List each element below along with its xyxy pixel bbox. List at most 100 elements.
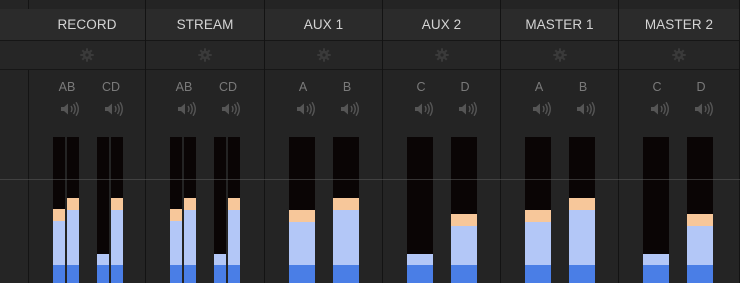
- channel-label: A: [298, 80, 308, 94]
- strip-settings-button[interactable]: [29, 41, 145, 70]
- meter-peak-segment: [228, 198, 240, 210]
- speaker-icon[interactable]: [59, 101, 81, 117]
- strip-settings-button[interactable]: [383, 41, 500, 70]
- meter-peak-segment: [289, 210, 315, 222]
- meter-peak-segment: [53, 209, 65, 221]
- channel-strip: STREAM AB CD: [146, 0, 265, 283]
- strip-settings-button[interactable]: [146, 41, 264, 70]
- channel-labels: CD: [383, 80, 500, 94]
- meter-mid-segment: [451, 226, 477, 265]
- speaker-icon[interactable]: [413, 101, 435, 117]
- level-meter: [333, 137, 359, 283]
- strip-title: MASTER 2: [619, 9, 739, 41]
- level-meter: [97, 137, 109, 283]
- meter-mid-segment: [525, 222, 551, 265]
- level-meter: [53, 137, 65, 283]
- level-meter: [525, 137, 551, 283]
- channel-label: CD: [101, 80, 121, 94]
- level-meter: [687, 137, 713, 283]
- meter-peak-segment: [67, 198, 79, 210]
- meter-base-segment: [97, 265, 109, 283]
- meter-base-segment: [67, 265, 79, 283]
- mixer-left-row: [0, 41, 29, 70]
- channel-strip: MASTER 1AB: [501, 0, 619, 283]
- speaker-icon[interactable]: [693, 101, 715, 117]
- meter-mid-segment: [333, 210, 359, 265]
- level-meter: [214, 137, 226, 283]
- channel-strip: MASTER 2CD: [619, 0, 740, 283]
- level-meter: [407, 137, 433, 283]
- meter-mid-segment: [643, 254, 669, 265]
- speaker-icon[interactable]: [339, 101, 361, 117]
- channel-label: D: [696, 80, 706, 94]
- meter-peak-segment: [525, 210, 551, 222]
- level-meter: [184, 137, 196, 283]
- strip-title: RECORD: [29, 9, 145, 41]
- meter-mid-segment: [170, 221, 182, 265]
- meter-peak-segment: [569, 198, 595, 210]
- channel-label: AB: [175, 80, 193, 94]
- level-meter: [289, 137, 315, 283]
- meter-mid-segment: [111, 210, 123, 265]
- strip-title: AUX 2: [383, 9, 500, 41]
- gear-icon: [198, 48, 212, 62]
- channel-strip: RECORD AB CD: [29, 0, 146, 283]
- meter-base-segment: [184, 265, 196, 283]
- meter-base-segment: [53, 265, 65, 283]
- speaker-icon[interactable]: [103, 101, 125, 117]
- meter-base-segment: [214, 265, 226, 283]
- channel-label: B: [342, 80, 352, 94]
- meter-base-segment: [170, 265, 182, 283]
- speaker-icon[interactable]: [295, 101, 317, 117]
- meter-base-segment: [228, 265, 240, 283]
- meter-base-segment: [289, 265, 315, 283]
- meter-base-segment: [333, 265, 359, 283]
- level-meter: [643, 137, 669, 283]
- meter-base-segment: [525, 265, 551, 283]
- gear-icon: [552, 48, 567, 62]
- gear-icon: [316, 48, 331, 62]
- meter-mid-segment: [228, 210, 240, 265]
- level-meter: [569, 137, 595, 283]
- channel-label: C: [652, 80, 662, 94]
- gear-icon: [434, 48, 449, 62]
- meter-mid-segment: [289, 222, 315, 265]
- meter-peak-segment: [451, 214, 477, 226]
- meter-base-segment: [569, 265, 595, 283]
- speaker-icon[interactable]: [220, 101, 242, 117]
- meter-peak-segment: [184, 198, 196, 210]
- speaker-icon[interactable]: [531, 101, 553, 117]
- channel-labels: AB CD: [146, 80, 264, 94]
- meter-mid-segment: [687, 226, 713, 265]
- channel-label: D: [460, 80, 470, 94]
- mixer-left-header: [0, 9, 29, 41]
- meter-peak-segment: [111, 198, 123, 210]
- gear-icon: [80, 48, 94, 62]
- speaker-icon[interactable]: [649, 101, 671, 117]
- meter-mid-segment: [569, 210, 595, 265]
- strip-title: MASTER 1: [501, 9, 618, 41]
- channel-label: C: [416, 80, 426, 94]
- meter-base-segment: [451, 265, 477, 283]
- level-meter: [111, 137, 123, 283]
- level-meter: [451, 137, 477, 283]
- channel-labels: AB: [501, 80, 618, 94]
- strip-settings-button[interactable]: [265, 41, 382, 70]
- strip-settings-button[interactable]: [501, 41, 618, 70]
- channel-label: B: [578, 80, 588, 94]
- speaker-icon[interactable]: [457, 101, 479, 117]
- channel-label: AB: [58, 80, 76, 94]
- channel-labels: AB: [265, 80, 382, 94]
- speaker-icon[interactable]: [176, 101, 198, 117]
- meter-peak-segment: [333, 198, 359, 210]
- channel-labels: CD: [619, 80, 739, 94]
- meter-mid-segment: [184, 210, 196, 265]
- meter-peak-segment: [170, 209, 182, 221]
- gear-icon: [672, 48, 686, 62]
- meter-mid-segment: [53, 221, 65, 265]
- speaker-icon[interactable]: [575, 101, 597, 117]
- meter-mid-segment: [407, 254, 433, 265]
- channel-label: A: [534, 80, 544, 94]
- strip-title: STREAM: [146, 9, 264, 41]
- strip-settings-button[interactable]: [619, 41, 739, 70]
